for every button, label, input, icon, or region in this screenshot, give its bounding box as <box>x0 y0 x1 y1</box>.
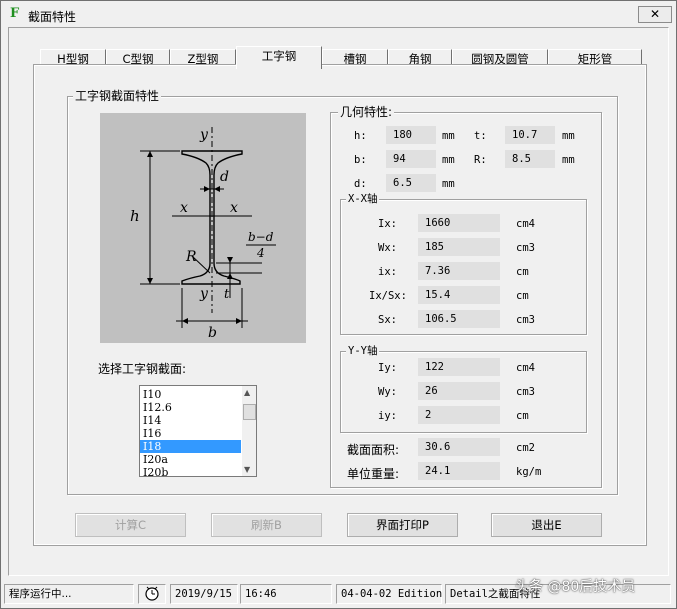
list-item-selected[interactable]: I18 <box>140 440 241 453</box>
iy-moment-unit: cm4 <box>516 362 535 374</box>
list-item[interactable]: I14 <box>140 414 241 427</box>
scroll-up-icon[interactable]: ▲ <box>244 388 250 397</box>
clock-icon-cell <box>138 584 166 604</box>
scroll-down-icon[interactable]: ▼ <box>244 465 250 474</box>
wy-label: Wy: <box>378 386 397 398</box>
title-bar: F 截面特性 ✕ <box>2 2 675 28</box>
ix-radius-unit: cm <box>516 266 529 278</box>
diagram-label-h: h <box>130 207 140 225</box>
diagram-label-x-right: x <box>230 200 238 216</box>
b-label: b: <box>354 154 367 166</box>
t-label: t: <box>474 130 487 142</box>
diagram-label-frac-den: 4 <box>256 246 265 260</box>
weight-value: 24.1 <box>418 462 500 480</box>
section-listbox[interactable]: I10 I12.6 I14 I16 I18 I20a I20b ▲ ▼ <box>139 385 257 477</box>
wx-unit: cm3 <box>516 242 535 254</box>
area-value: 30.6 <box>418 438 500 456</box>
scroll-thumb[interactable] <box>243 404 256 420</box>
close-button[interactable]: ✕ <box>638 6 672 23</box>
b-unit: mm <box>442 154 455 166</box>
r-value: 8.5 <box>505 150 555 168</box>
wx-label: Wx: <box>378 242 397 254</box>
list-item[interactable]: I20a <box>140 453 241 466</box>
d-label: d: <box>354 178 367 190</box>
d-value: 6.5 <box>386 174 436 192</box>
window-title: 截面特性 <box>28 10 77 24</box>
wy-value: 26 <box>418 382 500 400</box>
wy-unit: cm3 <box>516 386 535 398</box>
watermark: 头条 @80后技术员 <box>515 579 636 595</box>
h-label: h: <box>354 130 367 142</box>
diagram-label-d: d <box>220 169 229 185</box>
status-edition: 04-04-02 Edition <box>336 584 442 604</box>
b-value: 94 <box>386 150 436 168</box>
iy-radius-unit: cm <box>516 410 529 422</box>
ix-radius-label: ix: <box>378 266 397 278</box>
refresh-button[interactable]: 刷新B <box>211 513 322 537</box>
ix-sx-value: 15.4 <box>418 286 500 304</box>
calculate-button[interactable]: 计算C <box>75 513 186 537</box>
print-button[interactable]: 界面打印P <box>347 513 458 537</box>
list-item[interactable]: I10 <box>140 388 241 401</box>
listbox-scrollbar[interactable]: ▲ ▼ <box>242 386 256 476</box>
status-text: 程序运行中... <box>4 584 134 604</box>
ix-moment-label: Ix: <box>378 218 397 230</box>
weight-unit: kg/m <box>516 466 542 478</box>
r-unit: mm <box>562 154 575 166</box>
close-icon: ✕ <box>649 7 661 21</box>
ix-sx-label: Ix/Sx: <box>369 290 407 302</box>
iy-moment-value: 122 <box>418 358 500 376</box>
iy-moment-label: Iy: <box>378 362 397 374</box>
ix-moment-value: 1660 <box>418 214 500 232</box>
wx-value: 185 <box>418 238 500 256</box>
clock-icon <box>145 586 159 601</box>
select-section-label: 选择工字钢截面: <box>98 362 187 376</box>
section-group-label: 工字钢截面特性 <box>73 89 162 103</box>
app-icon: F <box>10 6 20 21</box>
iy-radius-value: 2 <box>418 406 500 424</box>
sx-unit: cm3 <box>516 314 535 326</box>
t-unit: mm <box>562 130 575 142</box>
diagram-label-t: t <box>224 287 230 302</box>
ix-moment-unit: cm4 <box>516 218 535 230</box>
t-value: 10.7 <box>505 126 555 144</box>
h-unit: mm <box>442 130 455 142</box>
h-value: 180 <box>386 126 436 144</box>
tab-i-beam[interactable]: 工字钢 <box>236 46 322 69</box>
d-unit: mm <box>442 178 455 190</box>
diagram-label-y-bottom: y <box>199 286 209 302</box>
exit-button[interactable]: 退出E <box>491 513 602 537</box>
weight-label: 单位重量: <box>347 467 400 481</box>
status-time: 16:46 <box>240 584 332 604</box>
sx-label: Sx: <box>378 314 397 326</box>
i-beam-diagram: y y x x h d R t b b−d 4 <box>100 113 306 343</box>
ix-sx-unit: cm <box>516 290 529 302</box>
list-item[interactable]: I12.6 <box>140 401 241 414</box>
sx-value: 106.5 <box>418 310 500 328</box>
list-item[interactable]: I16 <box>140 427 241 440</box>
geometry-group-label: 几何特性: <box>338 105 395 119</box>
iy-radius-label: iy: <box>378 410 397 422</box>
area-unit: cm2 <box>516 442 535 454</box>
xx-axis-label: X-X轴 <box>346 192 380 206</box>
diagram-label-x-left: x <box>180 200 188 216</box>
diagram-label-r: R <box>185 249 197 265</box>
status-date: 2019/9/15 <box>170 584 238 604</box>
r-label: R: <box>474 154 487 166</box>
diagram-label-b: b <box>208 325 217 341</box>
yy-axis-label: Y-Y轴 <box>346 344 380 358</box>
diagram-label-y-top: y <box>199 127 209 143</box>
list-item[interactable]: I20b <box>140 466 241 476</box>
area-label: 截面面积: <box>347 443 400 457</box>
ix-radius-value: 7.36 <box>418 262 500 280</box>
diagram-label-frac-num: b−d <box>248 230 274 244</box>
